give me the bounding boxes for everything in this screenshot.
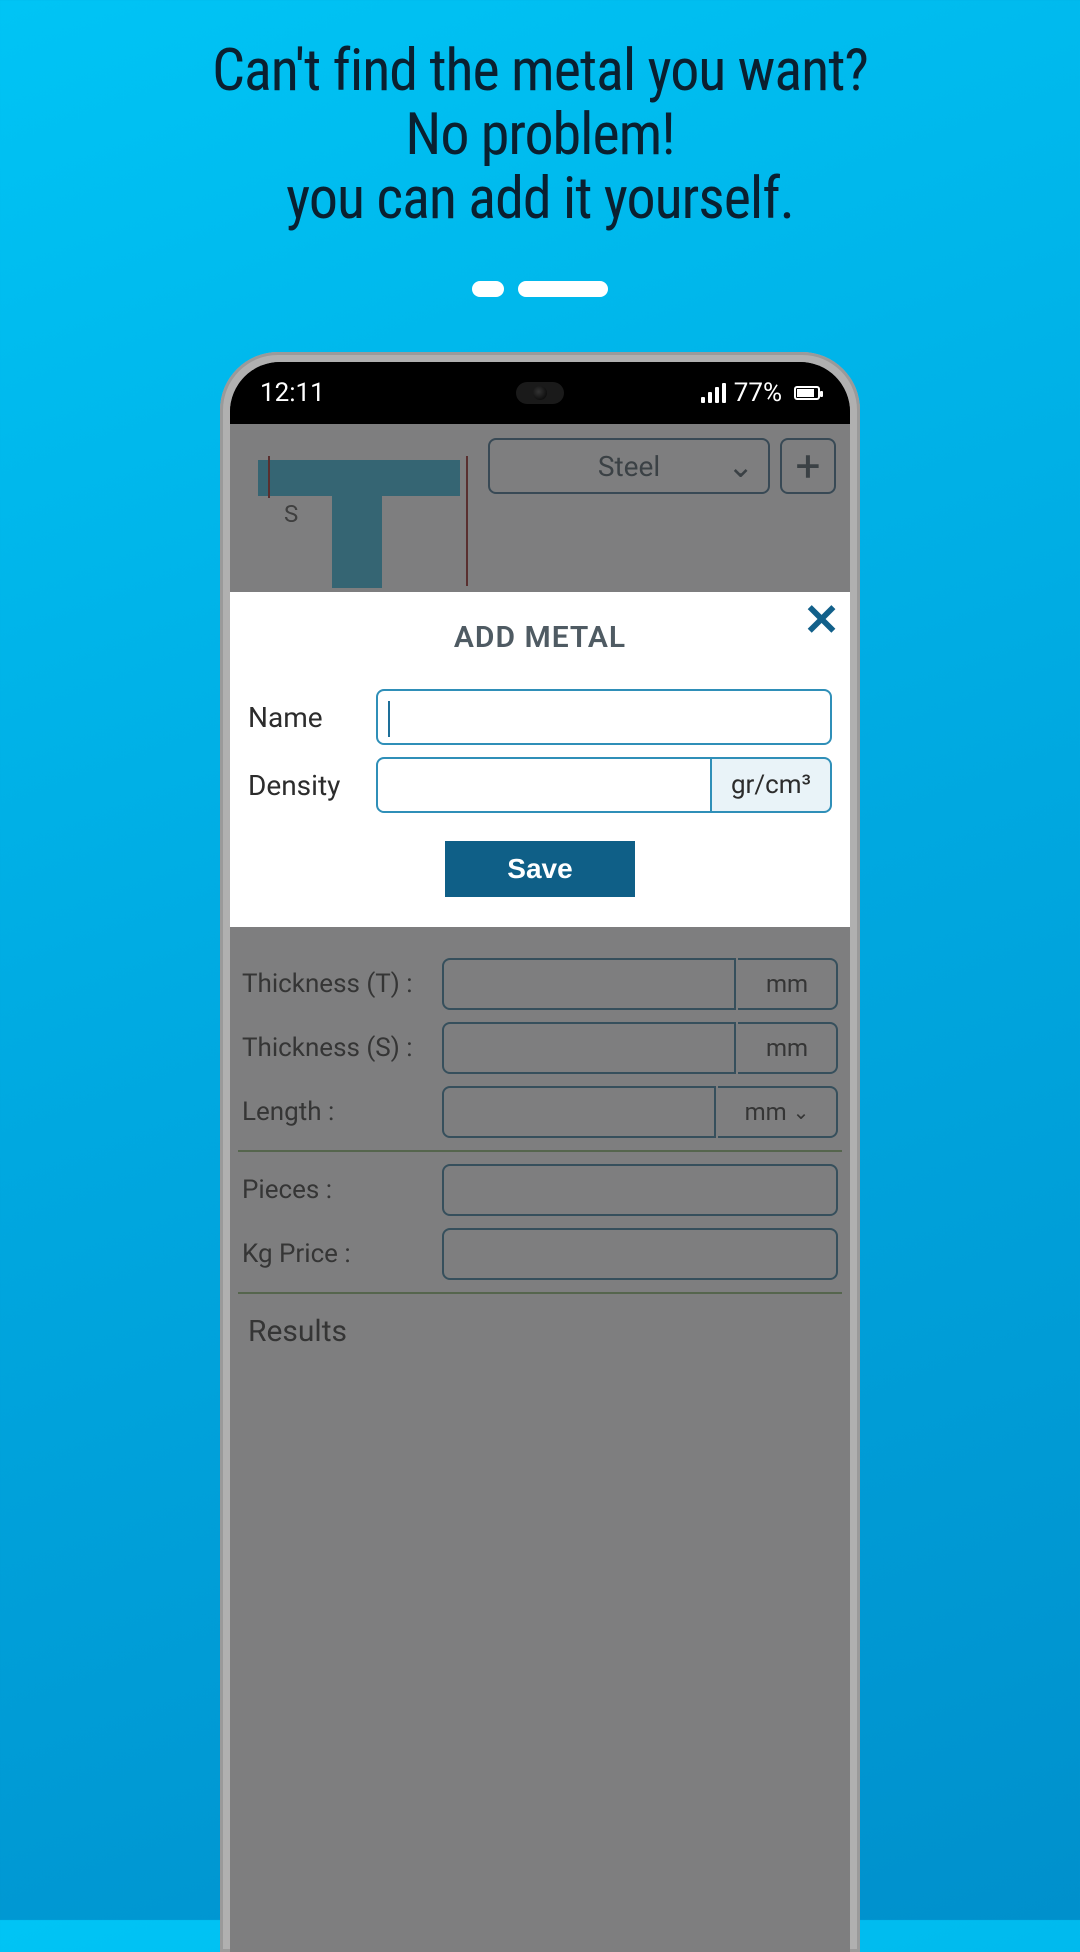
- promo-line-1: Can't find the metal you want?: [0, 40, 1080, 104]
- density-label: Density: [248, 769, 358, 802]
- signal-icon: [701, 383, 726, 403]
- promo-line-3: you can add it yourself.: [0, 168, 1080, 232]
- close-icon: ✕: [803, 594, 840, 646]
- promo-headline: Can't find the metal you want? No proble…: [0, 0, 1080, 231]
- name-input[interactable]: [376, 689, 832, 745]
- dialog-title: ADD METAL: [244, 620, 836, 655]
- pager-dot-1[interactable]: [472, 281, 504, 297]
- add-metal-dialog: ✕ ADD METAL Name Density gr/cm³ Sa: [230, 592, 850, 927]
- name-label: Name: [248, 701, 358, 734]
- camera-notch-icon: [516, 382, 564, 404]
- density-unit: gr/cm³: [712, 757, 832, 813]
- status-bar: 12:11 77%: [230, 362, 850, 424]
- battery-icon: [794, 386, 820, 400]
- close-button[interactable]: ✕: [803, 598, 840, 642]
- density-input[interactable]: [376, 757, 712, 813]
- pager-dot-2[interactable]: [518, 281, 608, 297]
- app-screen: S Steel ⌄ + Thickness (T) : mm: [230, 424, 850, 1952]
- status-battery: 77%: [734, 378, 782, 408]
- status-time: 12:11: [260, 378, 325, 408]
- pager-dots: [0, 281, 1080, 297]
- save-button[interactable]: Save: [445, 841, 635, 897]
- phone-mock: 12:11 77% S: [220, 352, 860, 1952]
- promo-line-2: No problem!: [0, 104, 1080, 168]
